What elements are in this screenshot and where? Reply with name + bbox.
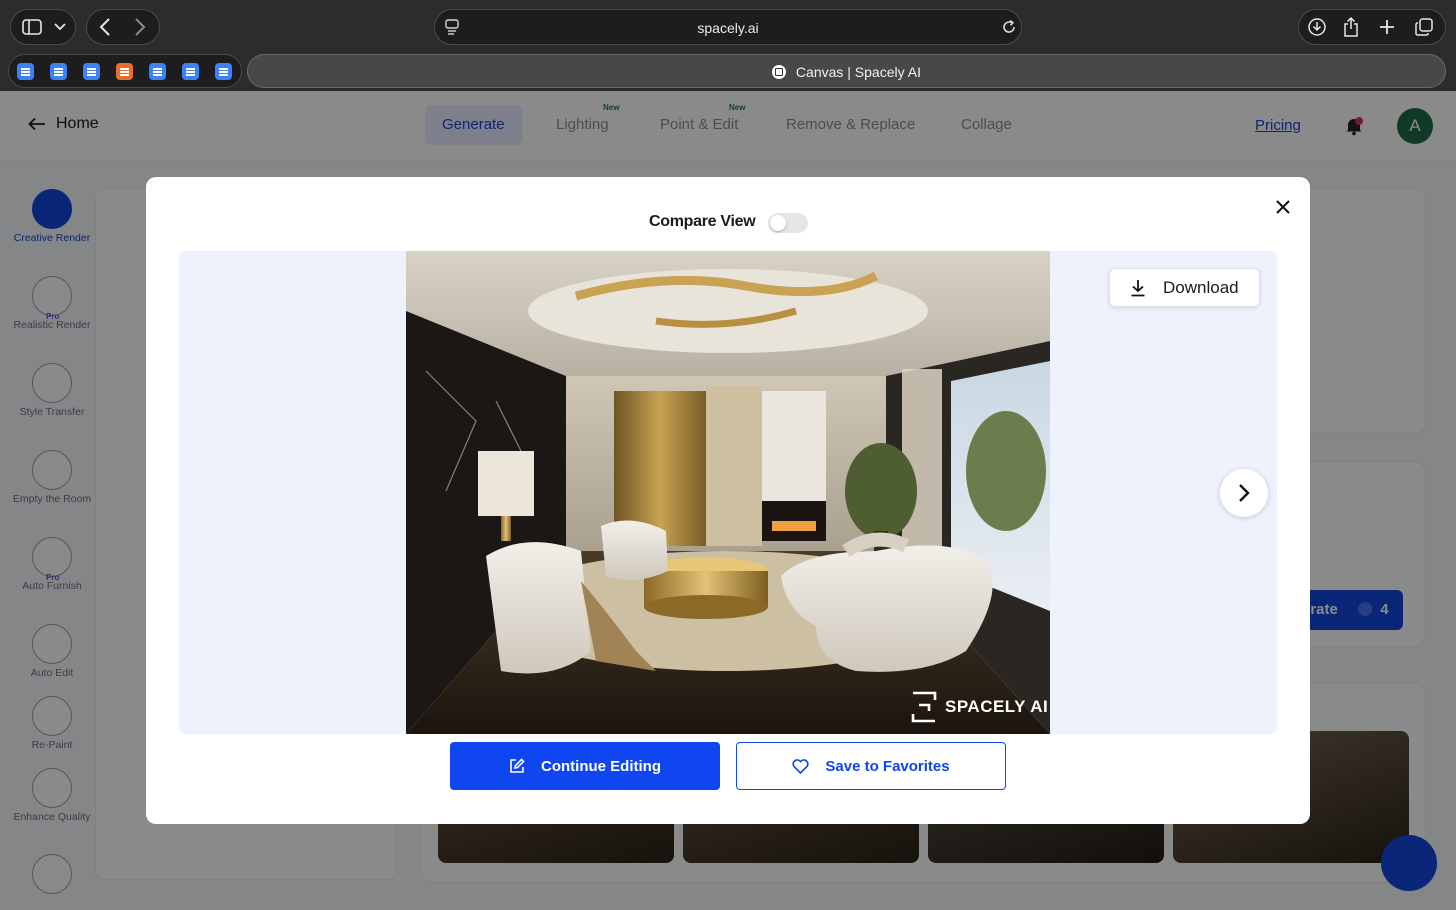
image-stage: SPACELY AI Download [179,251,1277,734]
continue-editing-label: Continue Editing [541,757,661,775]
edit-icon [510,758,525,773]
close-icon[interactable] [1273,197,1293,217]
pinned-tab-doc-icon[interactable] [83,63,100,80]
active-tab-title: Canvas | Spacely AI [795,64,921,80]
pinned-tab-doc-icon[interactable] [182,63,199,80]
sidebar-icon[interactable] [22,19,42,35]
heart-icon [792,758,809,774]
browser-toolbar: spacely.ai [0,0,1456,52]
share-icon[interactable] [1343,17,1359,37]
chevron-down-icon[interactable] [54,23,66,31]
download-icon[interactable] [1308,18,1326,36]
new-tab-icon[interactable] [1379,19,1395,35]
pinned-tab-doc-icon[interactable] [149,63,166,80]
spacely-logo-icon [911,691,937,723]
compare-view-toggle[interactable] [768,213,808,233]
active-tab-title-row: Canvas | Spacely AI [248,64,1445,80]
pinned-tab-doc-icon[interactable] [17,63,34,80]
download-button[interactable]: Download [1109,268,1260,307]
tab-strip: Canvas | Spacely AI [0,52,1456,91]
address-bar[interactable]: spacely.ai [434,9,1022,45]
image-preview-modal: Compare View SPACELY AI Download Continu… [146,177,1310,824]
spacely-favicon-icon [772,65,787,79]
save-to-favorites-button[interactable]: Save to Favorites [736,742,1006,790]
chevron-right-icon [1239,484,1250,502]
active-tab[interactable]: Canvas | Spacely AI [247,54,1446,88]
pinned-tab-bookmark-icon[interactable] [116,63,133,80]
pinned-tab-doc-icon[interactable] [215,63,232,80]
save-favorites-label: Save to Favorites [825,757,950,775]
forward-icon[interactable] [134,18,146,36]
living-room-render [406,251,1050,734]
toggle-knob [770,215,786,231]
continue-editing-button[interactable]: Continue Editing [450,742,720,790]
url-text: spacely.ai [697,20,759,36]
tab-overview-icon[interactable] [1415,18,1433,36]
reload-icon[interactable] [1001,19,1017,40]
browser-chrome: spacely.ai Canvas | Spacely AI [0,0,1456,91]
compare-view-label: Compare View [649,213,756,230]
pinned-tab-doc-icon[interactable] [50,63,67,80]
generated-render-image: SPACELY AI [406,251,1050,734]
pinned-tabs [8,54,242,88]
history-nav-group [86,9,160,45]
next-image-button[interactable] [1220,469,1268,517]
download-icon [1131,279,1145,296]
watermark-text: SPACELY AI [945,697,1049,716]
back-icon[interactable] [99,18,111,36]
spacely-watermark: SPACELY AI [911,691,1048,723]
sidebar-toggle-group[interactable] [10,9,76,45]
browser-actions [1298,9,1446,45]
download-label: Download [1163,277,1239,297]
